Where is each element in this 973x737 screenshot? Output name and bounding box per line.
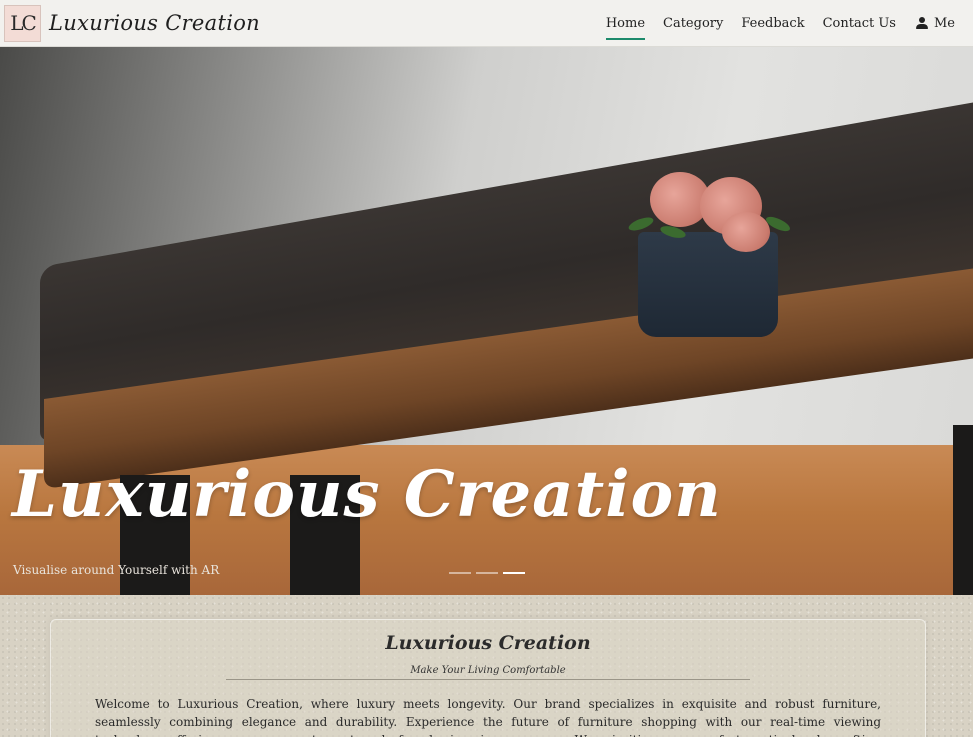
about-tagline: Make Your Living Comfortable bbox=[410, 665, 566, 676]
hero-subtitle: Visualise around Yourself with AR bbox=[13, 563, 220, 577]
about-divider bbox=[226, 679, 750, 680]
carousel-indicator-3[interactable] bbox=[503, 572, 525, 574]
about-section: Luxurious Creation Make Your Living Comf… bbox=[0, 595, 973, 737]
main-nav: Home Category Feedback Contact Us Me bbox=[605, 10, 955, 40]
carousel-indicator-1[interactable] bbox=[449, 572, 471, 574]
hero-title: Luxurious Creation bbox=[12, 457, 722, 532]
nav-category[interactable]: Category bbox=[663, 10, 723, 37]
about-text: Welcome to Luxurious Creation, where lux… bbox=[95, 697, 881, 737]
nav-account-label: Me bbox=[933, 15, 955, 31]
navbar: LC Luxurious Creation Home Category Feed… bbox=[0, 0, 973, 47]
hero-image-rose bbox=[722, 212, 770, 252]
brand[interactable]: LC Luxurious Creation bbox=[4, 4, 260, 42]
carousel-indicators bbox=[449, 572, 525, 574]
nav-account[interactable]: Me bbox=[915, 10, 955, 37]
about-card: Luxurious Creation Make Your Living Comf… bbox=[50, 619, 926, 737]
hero-carousel: Luxurious Creation Visualise around Your… bbox=[0, 47, 973, 595]
hero-image-table-leg bbox=[953, 425, 973, 595]
user-icon bbox=[915, 17, 928, 29]
about-title: Luxurious Creation bbox=[385, 632, 591, 654]
brand-logo[interactable]: LC bbox=[4, 4, 41, 42]
nav-contact-us[interactable]: Contact Us bbox=[823, 10, 896, 37]
nav-home[interactable]: Home bbox=[605, 10, 646, 40]
nav-feedback[interactable]: Feedback bbox=[741, 10, 804, 37]
brand-name[interactable]: Luxurious Creation bbox=[49, 11, 260, 35]
carousel-indicator-2[interactable] bbox=[476, 572, 498, 574]
